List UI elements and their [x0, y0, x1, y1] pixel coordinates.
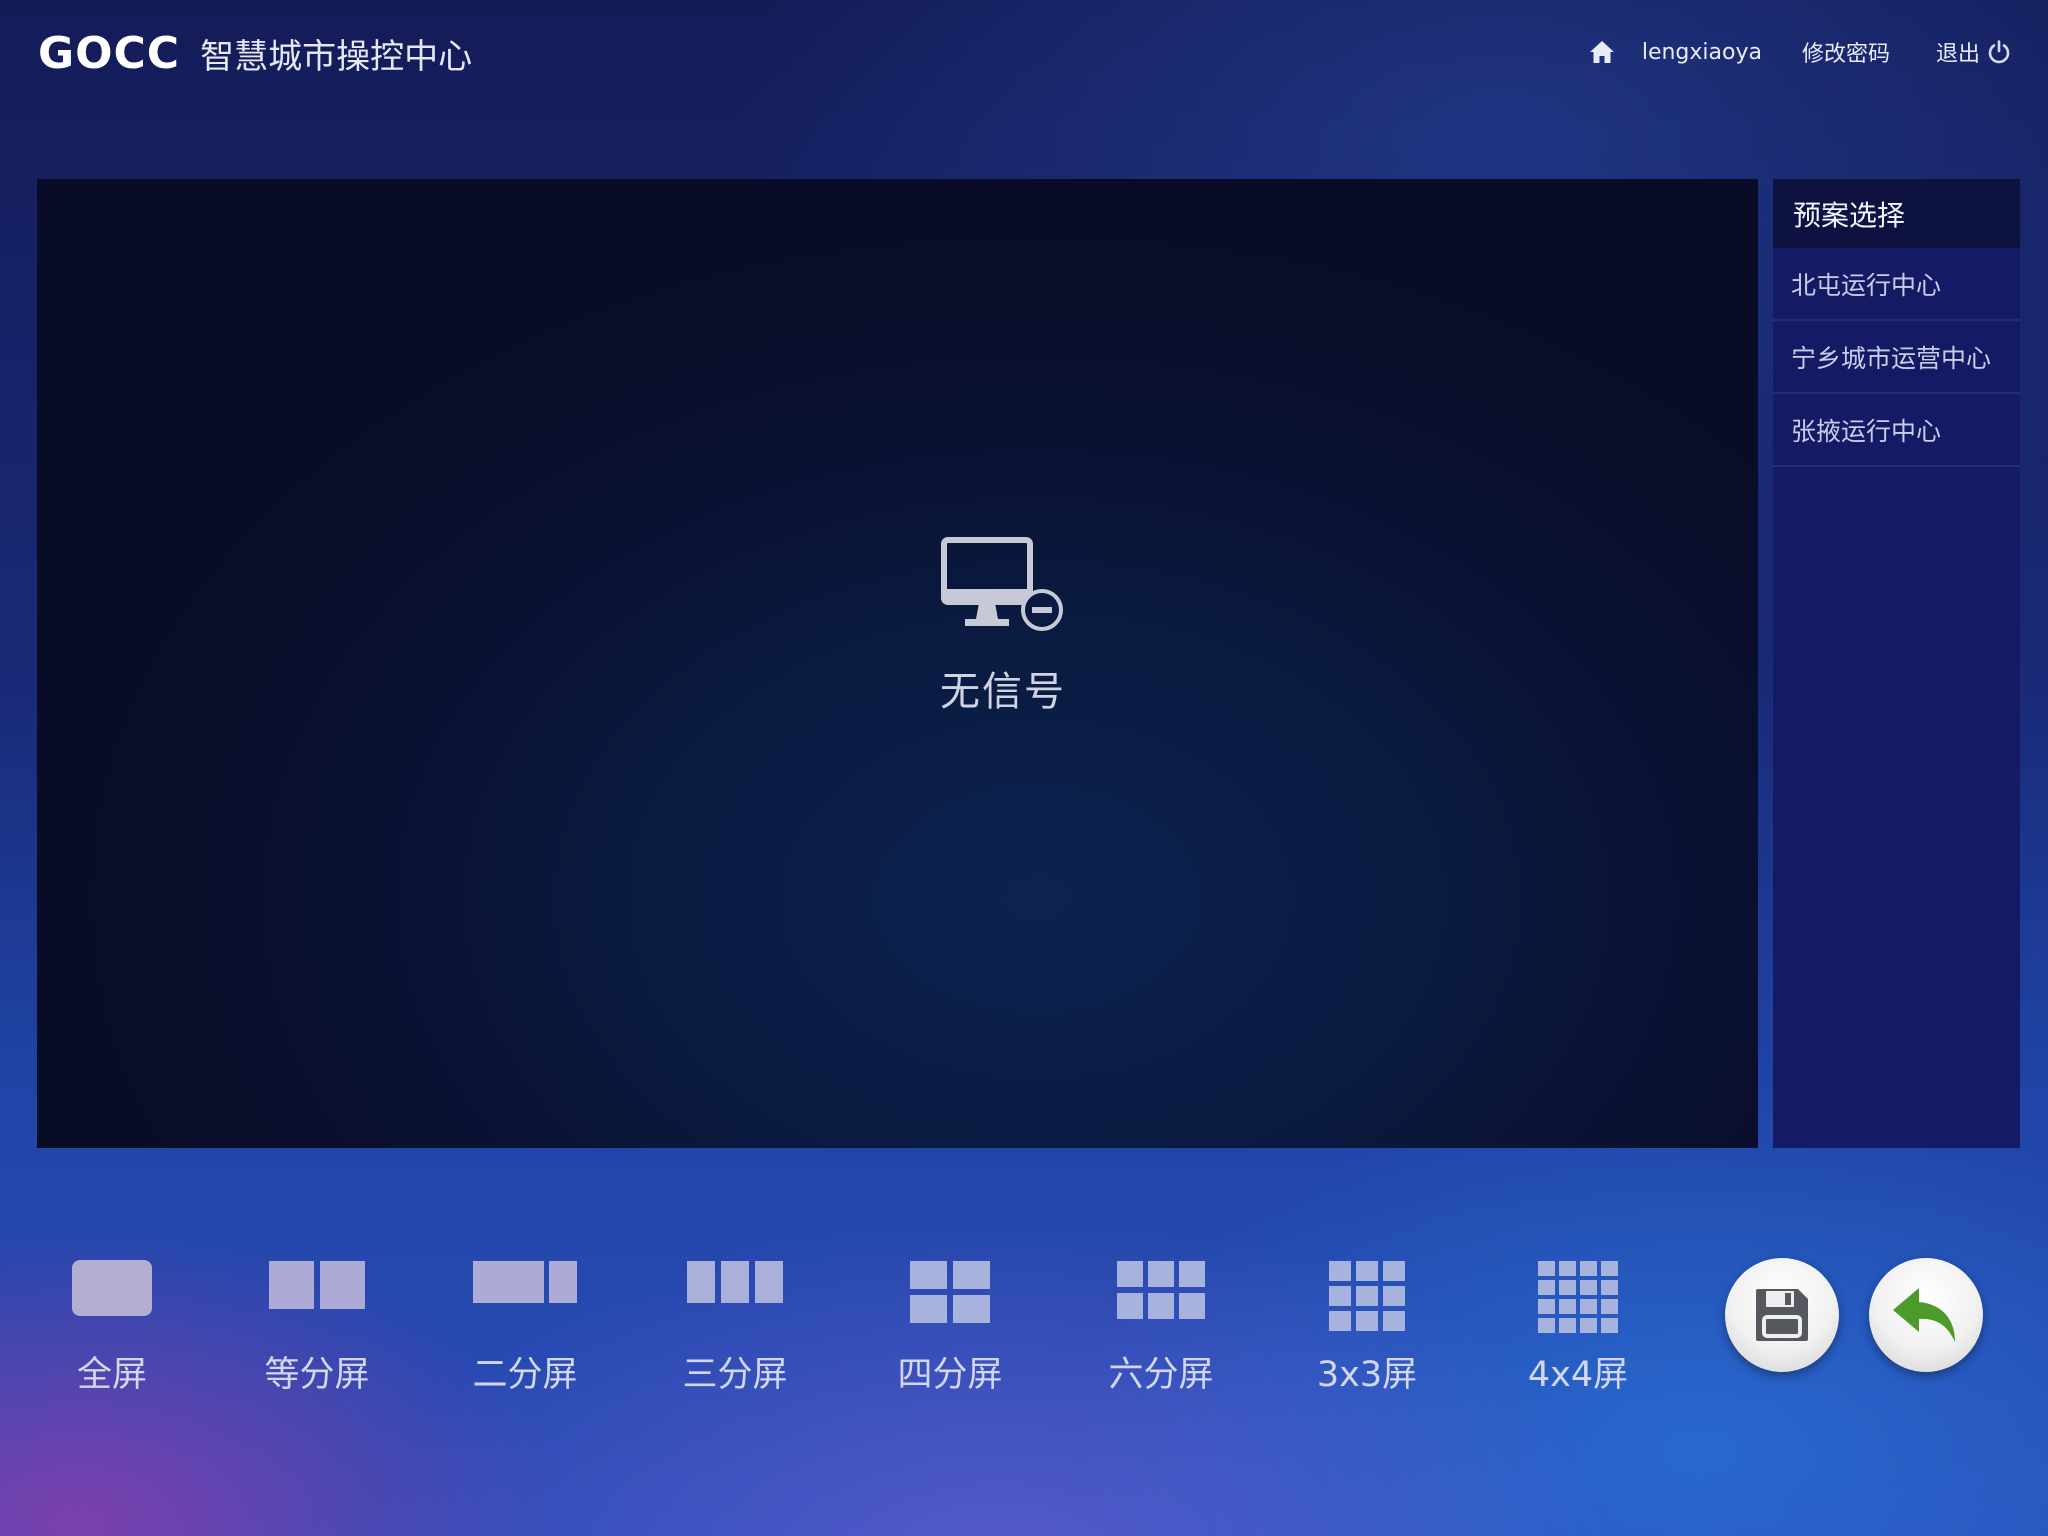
- change-password-link[interactable]: 修改密码: [1802, 36, 1890, 68]
- save-button[interactable]: [1725, 1258, 1839, 1372]
- layout-three-split-button[interactable]: 三分屏: [665, 1255, 805, 1395]
- layout-fullscreen-button[interactable]: 全屏: [42, 1255, 182, 1395]
- save-icon: [1756, 1289, 1808, 1341]
- layout-3x3-button[interactable]: 3x3屏: [1297, 1255, 1437, 1395]
- grid-4x4-layout-icon: [1538, 1261, 1618, 1333]
- username[interactable]: lengxiaoya: [1642, 40, 1762, 65]
- logout-label: 退出: [1935, 42, 1980, 67]
- layout-equal-split-button[interactable]: 等分屏: [247, 1255, 387, 1395]
- layout-label: 3x3屏: [1316, 1355, 1418, 1395]
- layout-label: 二分屏: [472, 1355, 578, 1395]
- undo-icon: [1893, 1288, 1955, 1342]
- video-screen[interactable]: 无信号: [37, 179, 1758, 1148]
- layout-label: 4x4屏: [1527, 1355, 1629, 1395]
- layout-two-split-button[interactable]: 二分屏: [455, 1255, 595, 1395]
- layout-label: 全屏: [76, 1355, 147, 1395]
- plan-panel: 预案选择 北屯运行中心 宁乡城市运营中心 张掖运行中心: [1773, 179, 2020, 1148]
- six-split-layout-icon: [1117, 1261, 1205, 1319]
- no-signal-text: 无信号: [940, 669, 1066, 715]
- undo-button[interactable]: [1869, 1258, 1983, 1372]
- no-signal: 无信号: [903, 537, 1103, 717]
- plan-item[interactable]: 张掖运行中心: [1773, 394, 2020, 467]
- fullscreen-layout-icon: [72, 1260, 152, 1316]
- layout-four-split-button[interactable]: 四分屏: [880, 1255, 1020, 1395]
- layout-label: 四分屏: [897, 1355, 1003, 1395]
- brand: GOCC 智慧城市操控中心: [38, 28, 472, 79]
- top-nav: lengxiaoya 修改密码 退出: [1588, 36, 2012, 68]
- layout-label: 三分屏: [682, 1355, 788, 1395]
- four-split-layout-icon: [910, 1261, 990, 1323]
- layout-4x4-button[interactable]: 4x4屏: [1508, 1255, 1648, 1395]
- power-icon: [1988, 40, 2010, 64]
- plan-item[interactable]: 宁乡城市运营中心: [1773, 321, 2020, 394]
- layout-toolbar: 全屏 等分屏 二分屏 三分屏 四分屏 六分屏 3x3屏 4x4屏: [0, 1255, 1680, 1395]
- equal-split-layout-icon: [269, 1261, 365, 1309]
- page-title: 智慧城市操控中心: [200, 37, 473, 77]
- layout-label: 六分屏: [1108, 1355, 1214, 1395]
- grid-3x3-layout-icon: [1329, 1261, 1405, 1331]
- home-icon[interactable]: [1588, 38, 1616, 66]
- plan-panel-title: 预案选择: [1773, 179, 2020, 248]
- layout-six-split-button[interactable]: 六分屏: [1091, 1255, 1231, 1395]
- logout-button[interactable]: 退出: [1936, 36, 2012, 68]
- layout-label: 等分屏: [264, 1355, 370, 1395]
- monitor-disconnected-icon: [941, 537, 1063, 631]
- plan-item[interactable]: 北屯运行中心: [1773, 248, 2020, 321]
- three-split-layout-icon: [687, 1261, 783, 1303]
- two-split-layout-icon: [473, 1261, 577, 1303]
- brand-code: GOCC: [38, 28, 181, 79]
